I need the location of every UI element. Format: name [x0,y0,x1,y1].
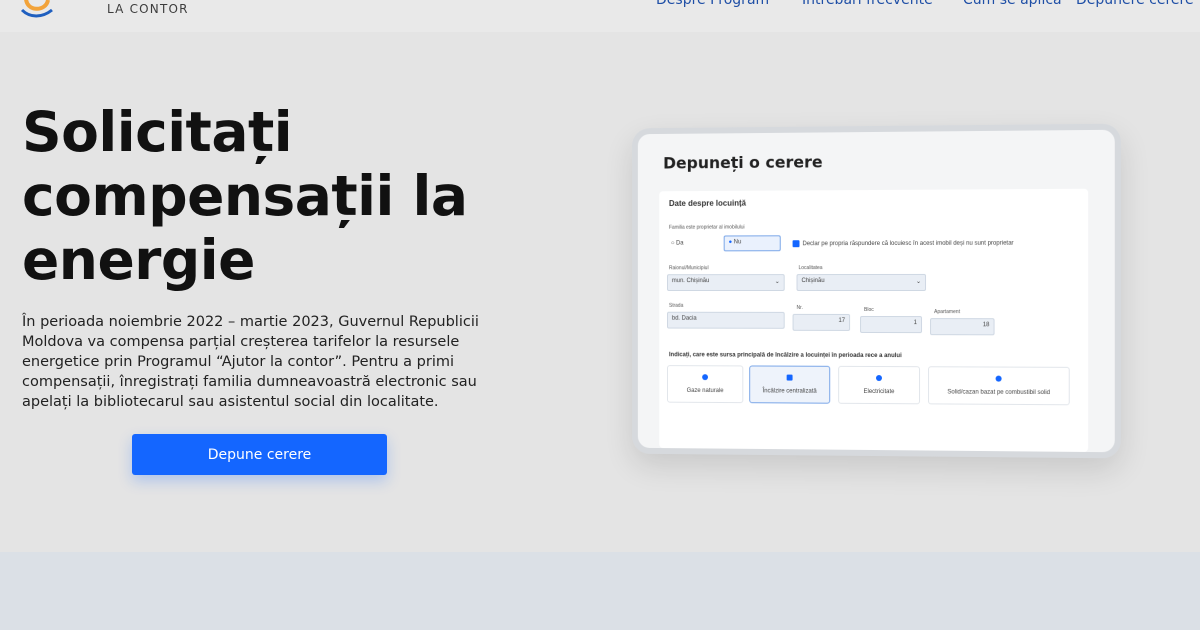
mockup-form-card: Date despre locuință Familia este propri… [659,188,1089,452]
mockup-localitate-value: Chișinău [801,278,825,285]
mockup-declaration-label: Declar pe propria răspundere că locuiesc… [802,240,1014,248]
mockup-localitate-select: Chișinău ⌄ [796,273,927,291]
main-nav: Despre Program Întrebări frecvente Cum s… [0,0,1200,12]
mockup-nr-label: Nr. [796,304,803,311]
mockup-section-title: Date despre locuință [668,198,746,208]
page-title: Solicitați compensații la energie [22,100,468,292]
mockup-localitate-label: Localitatea [798,265,823,272]
mockup-bloc-field: 1 [860,315,923,334]
mockup-apartament-label: Apartament [934,309,961,316]
mockup-option-label: Electricitate [863,388,895,396]
fire-icon [702,374,709,381]
mockup-option-solid: Solid/cazan bazat pe combustibil solid [928,366,1070,406]
mockup-strada-label: Strada [668,302,684,309]
nav-item-despre-program[interactable]: Despre Program [656,0,769,8]
mockup-option-electricitate: Electricitate [838,365,921,405]
site-header: LA CONTOR Despre Program Întrebări frecv… [0,0,1200,32]
nav-item-intrebari-frecvente[interactable]: Întrebări frecvente [802,0,933,8]
mockup-owner-yes-label: Da [676,240,684,247]
mockup-checkbox-icon [792,240,800,248]
mockup-owner-yes: ○ Da [670,240,684,247]
mockup-declaration: Declar pe propria răspundere că locuiesc… [792,240,1014,248]
mockup-owner-no: ● Nu [723,235,781,252]
mockup-title: Depuneți o cerere [663,152,823,173]
lightning-icon [875,375,882,382]
footer-band [0,552,1200,630]
mockup-raion-select: mun. Chișinău ⌄ [667,274,785,291]
mockup-owner-no-label: Nu [733,239,742,246]
mockup-nr-field: 17 [792,313,851,331]
chevron-down-icon: ⌄ [774,279,780,286]
mockup-bloc-label: Bloc [864,306,874,314]
radiator-icon [786,374,793,381]
chevron-down-icon: ⌄ [915,278,922,285]
mockup-raion-label: Raionul/Municipiul [668,265,709,272]
mockup-heating-question: Indicați, care este sursa principală de … [668,352,902,360]
mockup-raion-value: mun. Chișinău [671,278,710,285]
flame-icon [995,375,1002,382]
mockup-apartament-field: 18 [930,318,995,336]
intro-paragraph: În perioada noiembrie 2022 – martie 2023… [22,314,479,410]
mockup-strada-field: bd. Dacia [667,311,785,329]
mockup-option-incalzire: Încălzire centralizată [749,365,831,404]
nav-item-cum-se-aplica[interactable]: Cum se aplică [963,0,1062,8]
mockup-owner-question: Familia este proprietar al imobilului [668,224,745,231]
mockup-option-label: Solid/cazan bazat pe combustibil solid [947,389,1051,397]
mockup-option-label: Încălzire centralizată [762,388,817,395]
nav-item-depunere-cerere[interactable]: Depunere cerere [1076,0,1194,8]
depune-cerere-button[interactable]: Depune cerere [132,434,387,475]
mockup-option-label: Gaze naturale [686,387,724,395]
tablet-mockup: Depuneți o cerere Date despre locuință F… [632,123,1121,459]
mockup-option-gaze: Gaze naturale [667,365,744,404]
